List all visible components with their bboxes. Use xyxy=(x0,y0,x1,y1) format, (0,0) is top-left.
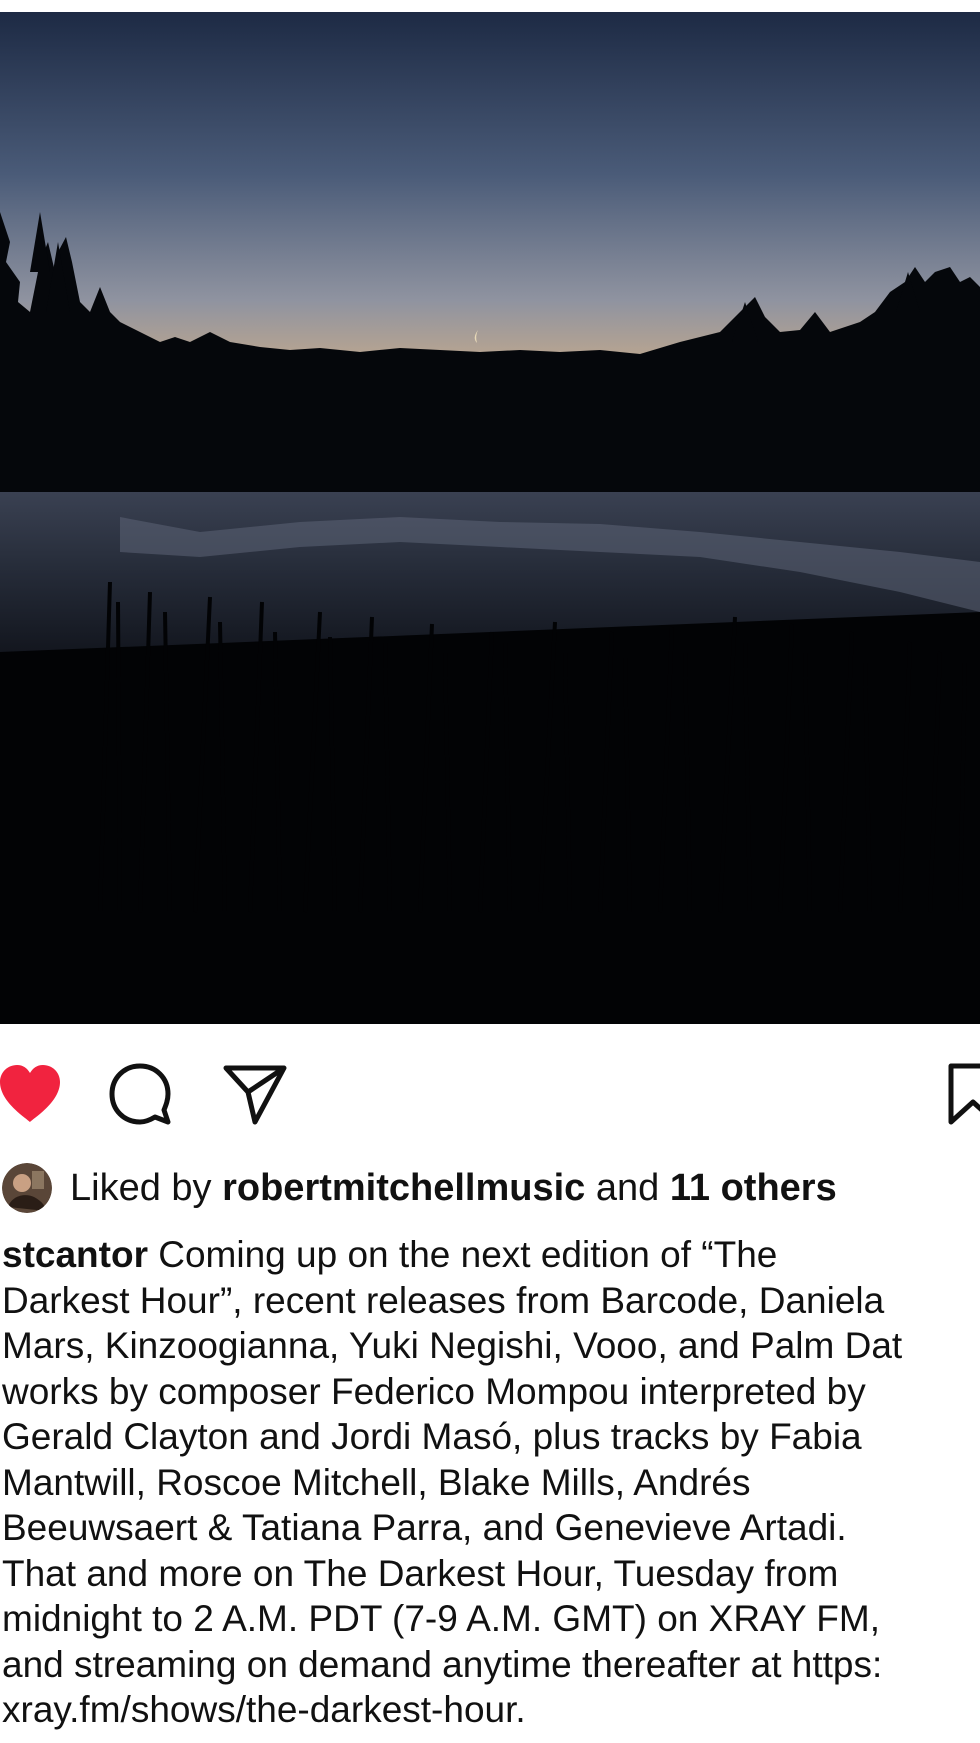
caption-line: and streaming on demand anytime thereaft… xyxy=(2,1643,883,1685)
likes-middle: and xyxy=(585,1166,670,1209)
post-photo[interactable] xyxy=(0,12,980,1024)
caption-link[interactable]: xray.fm/shows/the-darkest-hour. xyxy=(2,1687,980,1733)
post-action-bar xyxy=(0,1024,980,1164)
likes-others-link[interactable]: 11 others xyxy=(670,1167,837,1209)
heart-icon[interactable] xyxy=(0,1062,64,1124)
caption-line: stcantor Coming up on the next edition o… xyxy=(2,1232,980,1278)
caption-line: works by composer Federico Mompou interp… xyxy=(2,1370,866,1412)
caption-line: That and more on The Darkest Hour, Tuesd… xyxy=(2,1552,839,1594)
paper-plane-icon[interactable] xyxy=(222,1062,288,1126)
post-caption: stcantor Coming up on the next edition o… xyxy=(2,1232,980,1733)
liker-username-link[interactable]: robertmitchellmusic xyxy=(222,1167,585,1209)
caption-username-link[interactable]: stcantor xyxy=(2,1234,148,1275)
comment-icon[interactable] xyxy=(108,1062,172,1126)
caption-line: Darkest Hour”, recent releases from Barc… xyxy=(2,1279,885,1321)
caption-line: Gerald Clayton and Jordi Masó, plus trac… xyxy=(2,1416,862,1457)
caption-line: Beeuwsaert & Tatiana Parra, and Geneviev… xyxy=(2,1507,847,1548)
caption-line: midnight to 2 A.M. PDT (7-9 A.M. GMT) on… xyxy=(2,1598,880,1639)
bookmark-icon[interactable] xyxy=(945,1062,980,1126)
likes-prefix: Liked by xyxy=(70,1166,223,1209)
caption-text: Coming up on the next edition of “The xyxy=(147,1234,778,1275)
top-strip xyxy=(0,0,980,12)
caption-line: Mars, Kinzoogianna, Yuki Negishi, Vooo, … xyxy=(2,1325,903,1366)
avatar[interactable] xyxy=(2,1163,52,1213)
likes-summary: Liked by robertmitchellmusic and 11 othe… xyxy=(0,1160,980,1216)
lake-photo-illustration xyxy=(0,12,980,1024)
likes-text: Liked by robertmitchellmusic and 11 othe… xyxy=(70,1167,837,1210)
caption-line: Mantwill, Roscoe Mitchell, Blake Mills, … xyxy=(2,1461,751,1503)
